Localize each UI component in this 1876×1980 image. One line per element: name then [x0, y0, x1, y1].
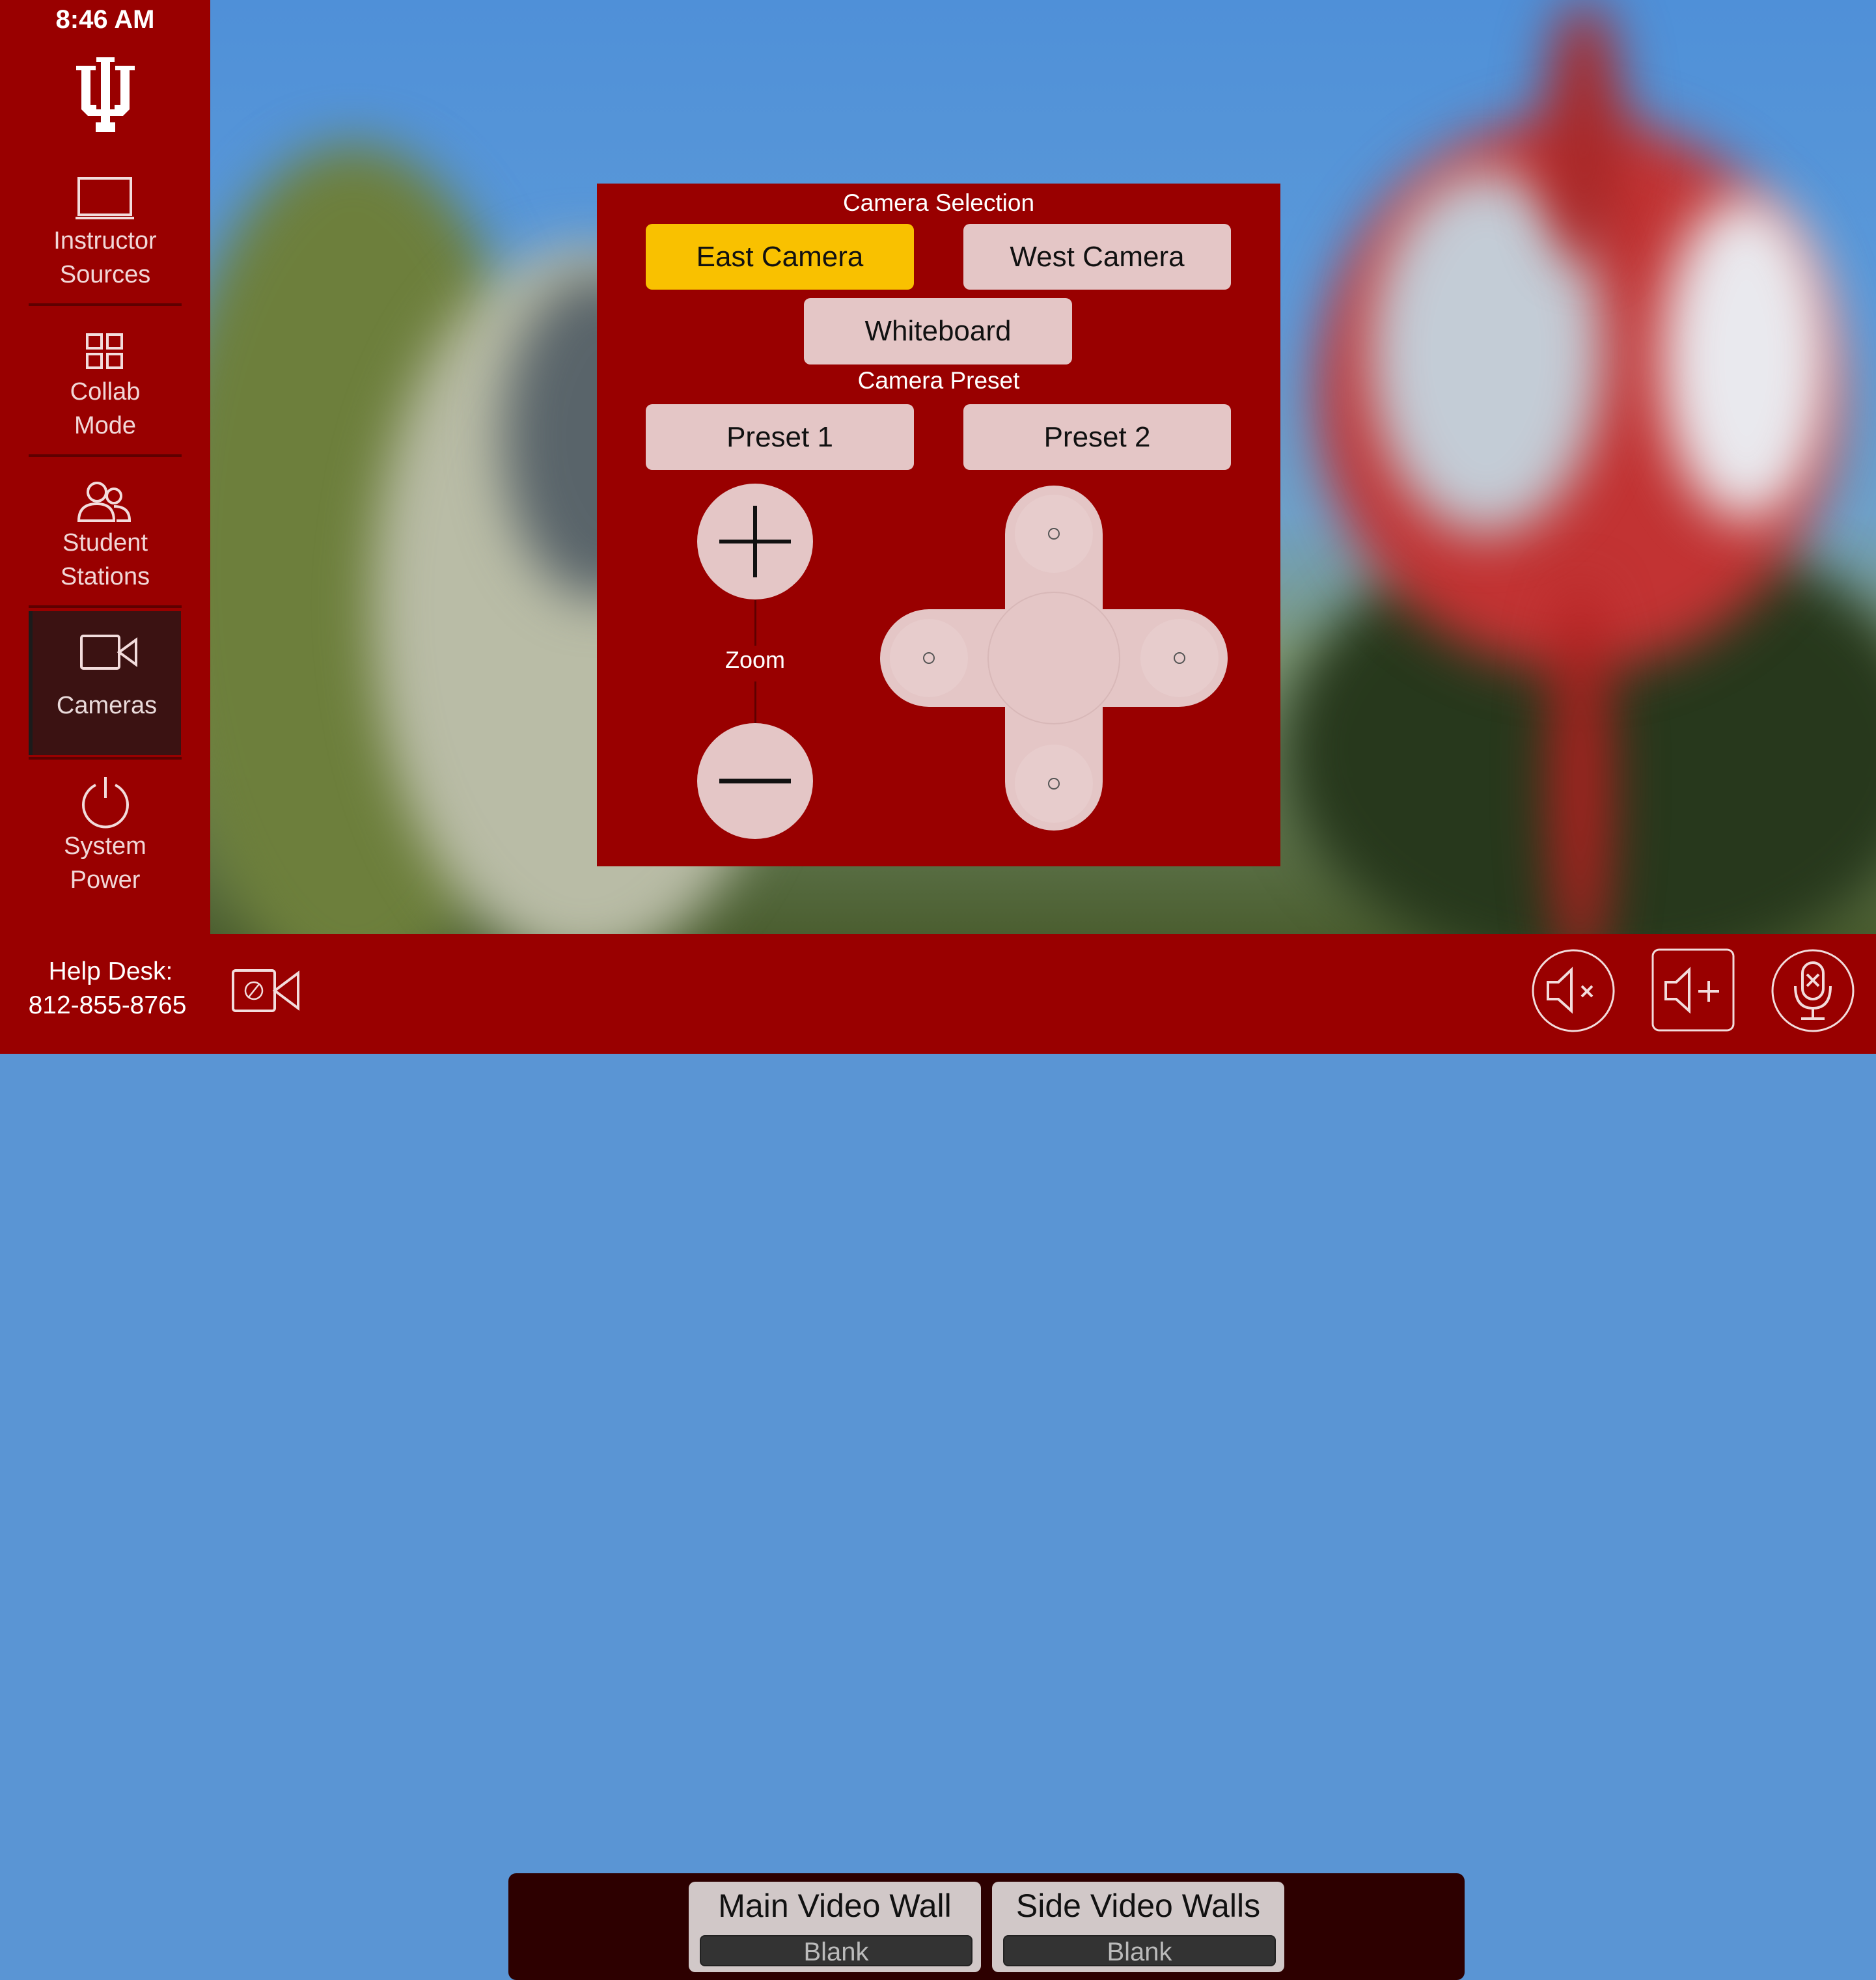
users-icon: [77, 482, 131, 522]
video-wall-title: Side Video Walls: [1015, 1888, 1261, 1924]
whiteboard-camera-button[interactable]: Whiteboard: [804, 298, 1072, 364]
pan-tilt-dpad: [880, 486, 1228, 831]
zoom-connector-line: [754, 681, 756, 727]
sidebar-divider: [29, 454, 182, 457]
video-wall-status: Blank: [1003, 1935, 1276, 1966]
zoom-connector-line: [754, 600, 756, 646]
sidebar-divider: [29, 605, 182, 608]
bottom-bar: Help Desk: 812-855-8765 Main Video Wall …: [0, 934, 1876, 1980]
video-wall-panel: Main Video Wall Blank Side Video Walls B…: [508, 1873, 1465, 1980]
sidebar-item-label: Power: [70, 866, 141, 894]
volume-up-button[interactable]: [1651, 948, 1735, 1032]
sidebar-divider: [29, 757, 182, 760]
sidebar: 8:46 AM Instructor Sources Collab Mode S…: [0, 0, 210, 934]
circle-icon: [1048, 778, 1060, 790]
dpad-down-button[interactable]: [1015, 745, 1093, 823]
dpad-right-button[interactable]: [1140, 619, 1219, 697]
zoom-out-button[interactable]: [697, 723, 813, 839]
zoom-label: Zoom: [724, 646, 786, 673]
sidebar-item-label: Instructor: [53, 227, 157, 254]
clock: 8:46 AM: [55, 5, 155, 34]
volume-mute-button[interactable]: [1531, 948, 1616, 1033]
circle-icon: [1174, 652, 1185, 664]
sidebar-divider: [29, 303, 182, 306]
sidebar-item-label: Mode: [74, 412, 137, 439]
sidebar-item-label: Sources: [59, 261, 151, 288]
zoom-in-button[interactable]: [697, 484, 813, 599]
video-wall-title: Main Video Wall: [718, 1888, 952, 1924]
sidebar-item-cameras[interactable]: Cameras: [29, 611, 181, 755]
minus-icon: [719, 778, 791, 784]
sidebar-item-label: Student: [62, 529, 148, 557]
iu-logo-icon: [76, 57, 135, 132]
video-wall-status: Blank: [700, 1935, 972, 1966]
camera-control-panel: Camera Selection East Camera West Camera…: [597, 184, 1280, 866]
sidebar-item-label: System: [64, 832, 146, 860]
circle-icon: [923, 652, 935, 664]
main-video-wall-card[interactable]: Main Video Wall Blank: [689, 1882, 981, 1972]
preset-1-button[interactable]: Preset 1: [646, 404, 914, 470]
side-video-walls-card[interactable]: Side Video Walls Blank: [992, 1882, 1284, 1972]
preset-2-button[interactable]: Preset 2: [963, 404, 1231, 470]
laptop-icon: [76, 177, 134, 219]
camera-off-icon[interactable]: [232, 969, 301, 1013]
dpad-up-button[interactable]: [1015, 495, 1093, 573]
dpad-center[interactable]: [987, 592, 1120, 724]
mic-mute-icon: [1794, 961, 1832, 1020]
video-camera-icon: [80, 635, 137, 670]
help-desk-label: Help Desk:: [48, 957, 173, 985]
circle-icon: [1048, 528, 1060, 540]
sidebar-item-label: Cameras: [56, 692, 158, 719]
east-camera-button[interactable]: East Camera: [646, 224, 914, 290]
power-icon: [82, 777, 129, 829]
camera-selection-title: Camera Selection: [842, 189, 1035, 216]
west-camera-button[interactable]: West Camera: [963, 224, 1231, 290]
camera-preset-title: Camera Preset: [857, 367, 1020, 394]
dpad-left-button[interactable]: [890, 619, 968, 697]
grid-icon: [86, 333, 123, 369]
mic-mute-button[interactable]: [1771, 948, 1855, 1033]
volume-mute-icon: [1547, 967, 1593, 1014]
help-desk-phone: 812-855-8765: [28, 991, 187, 1019]
plus-icon: [719, 506, 791, 577]
volume-up-icon: [1664, 967, 1719, 1014]
sidebar-item-label: Stations: [60, 563, 150, 590]
sidebar-item-label: Collab: [70, 378, 141, 406]
